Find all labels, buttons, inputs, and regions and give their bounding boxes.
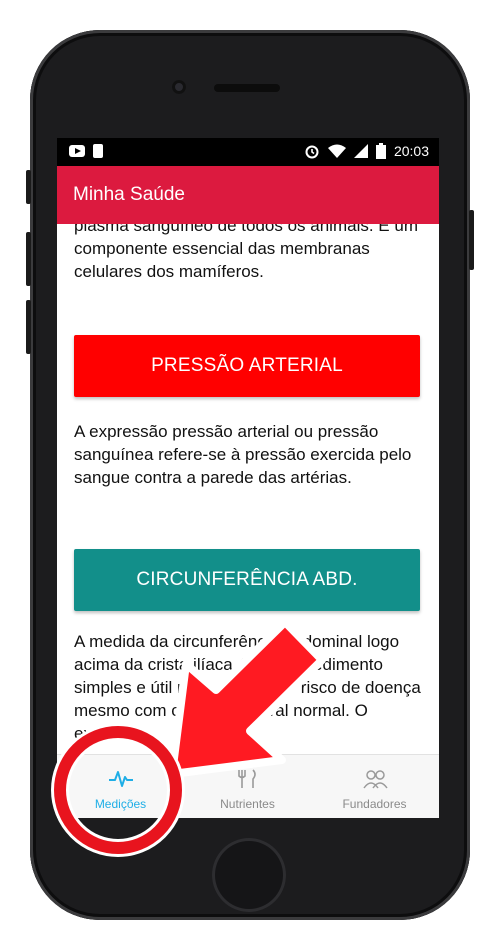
nav-item-nutrientes[interactable]: Nutrientes [184, 755, 311, 818]
front-camera [172, 80, 186, 94]
waist-description: A medida da circunferência abdominal log… [74, 632, 421, 743]
nav-label-fundadores: Fundadores [342, 797, 407, 811]
earpiece-speaker [214, 84, 280, 92]
home-button[interactable] [212, 838, 286, 912]
nav-item-fundadores[interactable]: Fundadores [311, 755, 438, 818]
intro-text: plasma sanguíneo de todos os animais. É … [74, 224, 418, 281]
app-bar: Minha Saúde [57, 166, 439, 224]
people-icon [362, 770, 388, 789]
alarm-icon [305, 145, 319, 159]
youtube-notification-icon [69, 145, 85, 157]
phone-screen: 20:03 Minha Saúde plasma sanguíneo de to… [57, 138, 439, 818]
app-title: Minha Saúde [73, 184, 185, 205]
phone-volume-down-button [26, 300, 31, 354]
wifi-icon [327, 144, 346, 158]
pressure-description: A expressão pressão arterial ou pressão … [74, 422, 412, 487]
cutlery-icon [237, 769, 256, 788]
phone-notification-icon [93, 144, 103, 158]
nav-item-medicoes[interactable]: Medições [57, 755, 184, 818]
pressure-button[interactable]: PRESSÃO ARTERIAL [74, 335, 420, 397]
phone-power-button [469, 210, 474, 270]
phone-volume-up-button [26, 232, 31, 286]
nav-label-nutrientes: Nutrientes [220, 797, 275, 811]
status-bar: 20:03 [57, 138, 439, 166]
phone-side-button [26, 170, 31, 204]
status-time: 20:03 [393, 143, 429, 159]
signal-icon [353, 144, 368, 158]
waist-circumference-button[interactable]: CIRCUNFERÊNCIA ABD. [74, 549, 420, 611]
battery-icon [375, 143, 386, 159]
heartbeat-icon [108, 771, 133, 787]
bottom-navigation: Medições Nutrientes Fundadores [57, 754, 439, 818]
scroll-content[interactable]: plasma sanguíneo de todos os animais. É … [57, 224, 439, 754]
nav-label-medicoes: Medições [94, 797, 147, 811]
